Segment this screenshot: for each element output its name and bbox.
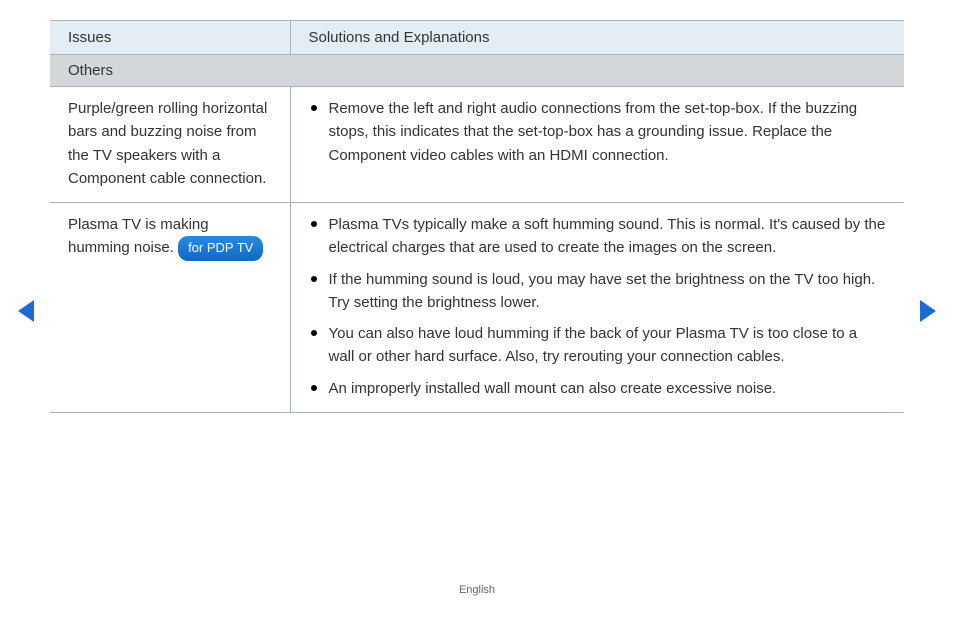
solution-item: An improperly installed wall mount can a… bbox=[309, 377, 887, 400]
solution-item: Remove the left and right audio connecti… bbox=[309, 97, 887, 167]
pdp-badge: for PDP TV bbox=[178, 236, 263, 261]
issue-cell: Plasma TV is making humming noise. for P… bbox=[50, 203, 290, 413]
next-page-arrow[interactable] bbox=[920, 300, 936, 322]
section-heading: Others bbox=[50, 55, 904, 87]
solution-item: You can also have loud humming if the ba… bbox=[309, 322, 887, 369]
troubleshooting-table: Issues Solutions and Explanations Others… bbox=[50, 20, 904, 413]
issue-cell: Purple/green rolling horizontal bars and… bbox=[50, 87, 290, 203]
solution-cell: Remove the left and right audio connecti… bbox=[290, 87, 904, 203]
table-row: Plasma TV is making humming noise. for P… bbox=[50, 203, 904, 413]
page-footer: English bbox=[0, 584, 954, 596]
prev-page-arrow[interactable] bbox=[18, 300, 34, 322]
header-solutions: Solutions and Explanations bbox=[290, 21, 904, 55]
header-issues: Issues bbox=[50, 21, 290, 55]
solution-item: If the humming sound is loud, you may ha… bbox=[309, 268, 887, 315]
document-page: Issues Solutions and Explanations Others… bbox=[0, 0, 954, 413]
table-row: Purple/green rolling horizontal bars and… bbox=[50, 87, 904, 203]
solution-cell: Plasma TVs typically make a soft humming… bbox=[290, 203, 904, 413]
solution-item: Plasma TVs typically make a soft humming… bbox=[309, 213, 887, 260]
